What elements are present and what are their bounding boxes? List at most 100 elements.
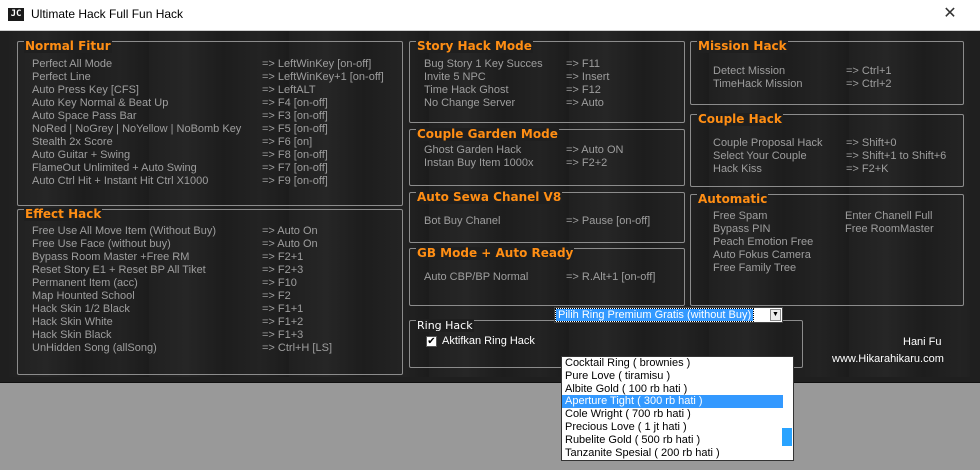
feature-hotkey: => F1+1 [262, 303, 304, 315]
feature-name: Hack Skin 1/2 Black [32, 303, 130, 315]
feature-name: Bot Buy Chanel [424, 215, 501, 227]
ring-option[interactable]: Aperture Tight ( 300 rb hati ) [562, 395, 783, 409]
feature-hotkey: => F10 [262, 277, 297, 289]
feature-hotkey: => F2 [262, 290, 291, 302]
feature-name: Auto CBP/BP Normal [424, 271, 529, 283]
group-title: Automatic [697, 192, 769, 206]
feature-hotkey: => F2+3 [262, 264, 304, 276]
group-title: GB Mode + Auto Ready [416, 246, 575, 260]
feature-hotkey: => F5 [on-off] [262, 123, 328, 135]
group-title: Auto Sewa Chanel V8 [416, 190, 563, 204]
normal-fitur-group: Normal Fitur Perfect All Mode => LeftWinK… [17, 39, 403, 206]
feature-name: Perfect Line [32, 71, 91, 83]
group-title: Effect Hack [24, 207, 103, 221]
couple-garden-group: Couple Garden Mode Ghost Garden Hack => A… [409, 127, 685, 186]
feature-name: Auto Press Key [CFS] [32, 84, 139, 96]
ring-option[interactable]: Pure Love ( tiramisu ) [562, 370, 793, 383]
group-title: Ring Hack [416, 319, 474, 332]
feature-name: Map Hounted School [32, 290, 135, 302]
feature-name: Couple Proposal Hack [713, 137, 823, 149]
ring-hack-checkbox-label[interactable]: Aktifkan Ring Hack [442, 335, 535, 348]
chevron-down-icon[interactable]: ▼ [770, 309, 781, 321]
group-title: Couple Hack [697, 112, 783, 126]
group-title: Normal Fitur [24, 39, 112, 53]
feature-hotkey: => F2+1 [262, 251, 304, 263]
gb-mode-group: GB Mode + Auto Ready Auto CBP/BP Normal =… [409, 246, 685, 306]
feature-hotkey: => F1+3 [262, 329, 304, 341]
feature-hotkey: => Auto On [262, 225, 318, 237]
ring-option[interactable]: Albite Gold ( 100 rb hati ) [562, 383, 793, 396]
ring-select-value[interactable]: Pilih Ring Premium Gratis (without Buy) [554, 308, 755, 322]
feature-hotkey: => Auto On [262, 238, 318, 250]
group-title: Mission Hack [697, 39, 788, 53]
feature-hotkey: => LeftALT [262, 84, 316, 96]
ring-option[interactable]: Rubelite Gold ( 500 rb hati ) [562, 434, 793, 447]
feature-name: No Change Server [424, 97, 516, 109]
website-credit: www.Hikarahikaru.com [832, 353, 944, 365]
feature-name: Free Use All Move Item (Without Buy) [32, 225, 216, 237]
feature-hotkey: => Auto ON [566, 144, 624, 156]
feature-hotkey: => Ctrl+1 [846, 65, 892, 77]
feature-hotkey: => Shift+0 [846, 137, 897, 149]
feature-name: Auto Space Pass Bar [32, 110, 137, 122]
group-title: Couple Garden Mode [416, 127, 559, 141]
feature-name: FlameOut Unlimited + Auto Swing [32, 162, 197, 174]
ring-options-list[interactable]: Cocktail Ring ( brownies ) Pure Love ( ti… [561, 356, 794, 461]
ring-option[interactable]: Tanzanite Spesial ( 200 rb hati ) [562, 447, 793, 460]
feature-hotkey: => Auto [566, 97, 604, 109]
auto-sewa-group: Auto Sewa Chanel V8 Bot Buy Chanel => Pau… [409, 190, 685, 243]
feature-name: Hack Skin White [32, 316, 113, 328]
feature-hotkey: => F11 [566, 58, 601, 70]
feature-hotkey: Enter Chanell Full [845, 210, 933, 222]
client-area: Normal Fitur Perfect All Mode => LeftWinK… [9, 31, 970, 377]
checkbox-check-icon[interactable]: ✔ [426, 336, 437, 347]
feature-hotkey: => Ctrl+H [LS] [262, 342, 333, 354]
ring-option[interactable]: Cole Wright ( 700 rb hati ) [562, 408, 793, 421]
feature-name: Bypass Room Master +Free RM [32, 251, 190, 263]
feature-hotkey: => F8 [on-off] [262, 149, 328, 161]
feature-name: Stealth 2x Score [32, 136, 113, 148]
feature-name: Auto Key Normal & Beat Up [32, 97, 169, 109]
automatic-group: Automatic Free Spam Enter Chanell Full Byp… [690, 192, 964, 306]
feature-hotkey: => F2+K [846, 163, 889, 175]
feature-name: Auto Ctrl Hit + Instant Hit Ctrl X1000 [32, 175, 209, 187]
author-credit: Hani Fu [903, 336, 942, 348]
feature-hotkey: => Pause [on-off] [566, 215, 651, 227]
title-bar[interactable]: JC Ultimate Hack Full Fun Hack ✕ [0, 0, 980, 31]
close-button[interactable]: ✕ [938, 4, 962, 24]
feature-hotkey: => F1+2 [262, 316, 304, 328]
feature-hotkey: => F12 [566, 84, 601, 96]
feature-name: Bug Story 1 Key Succes [424, 58, 543, 70]
story-hack-group: Story Hack Mode Bug Story 1 Key Succes =>… [409, 40, 685, 123]
feature-name: Invite 5 NPC [424, 71, 486, 83]
feature-name: NoRed | NoGrey | NoYellow | NoBomb Key [32, 123, 242, 135]
feature-hotkey: => Ctrl+2 [846, 78, 892, 90]
feature-name: Free Use Face (without buy) [32, 238, 171, 250]
feature-name: Ghost Garden Hack [424, 144, 522, 156]
feature-name: Hack Kiss [713, 163, 762, 175]
feature-hotkey: => Shift+1 to Shift+6 [846, 150, 947, 162]
ring-select-combobox[interactable]: Pilih Ring Premium Gratis (without Buy) … [554, 307, 783, 323]
feature-hotkey: => F9 [on-off] [262, 175, 328, 187]
feature-name: UnHidden Song (allSong) [32, 342, 157, 354]
feature-name: TimeHack Mission [713, 78, 803, 90]
feature-hotkey: => F4 [on-off] [262, 97, 328, 109]
feature-name: Perfect All Mode [32, 58, 113, 70]
feature-name: Permanent Item (acc) [32, 277, 138, 289]
feature-name: Auto Guitar + Swing [32, 149, 131, 161]
feature-name: Select Your Couple [713, 150, 807, 162]
effect-hack-group: Effect Hack Free Use All Move Item (With… [17, 207, 403, 375]
feature-hotkey: Free RoomMaster [845, 223, 934, 235]
feature-name: Instan Buy Item 1000x [424, 157, 534, 169]
feature-hotkey: => F2+2 [566, 157, 608, 169]
feature-hotkey: => LeftWinKey+1 [on-off] [262, 71, 384, 83]
feature-name: Auto Fokus Camera [713, 249, 811, 261]
window-title: Ultimate Hack Full Fun Hack [31, 7, 184, 21]
feature-name: Reset Story E1 + Reset BP All Tiket [32, 264, 206, 276]
main-window: JC Ultimate Hack Full Fun Hack ✕ Normal … [0, 0, 980, 383]
ring-option[interactable]: Precious Love ( 1 jt hati ) [562, 421, 793, 434]
mission-hack-group: Mission Hack Detect Mission => Ctrl+1 Time… [690, 39, 964, 105]
ring-option[interactable]: Cocktail Ring ( brownies ) [562, 357, 793, 370]
scrollbar-thumb[interactable] [782, 428, 792, 446]
feature-hotkey: => LeftWinKey [on-off] [262, 58, 372, 70]
